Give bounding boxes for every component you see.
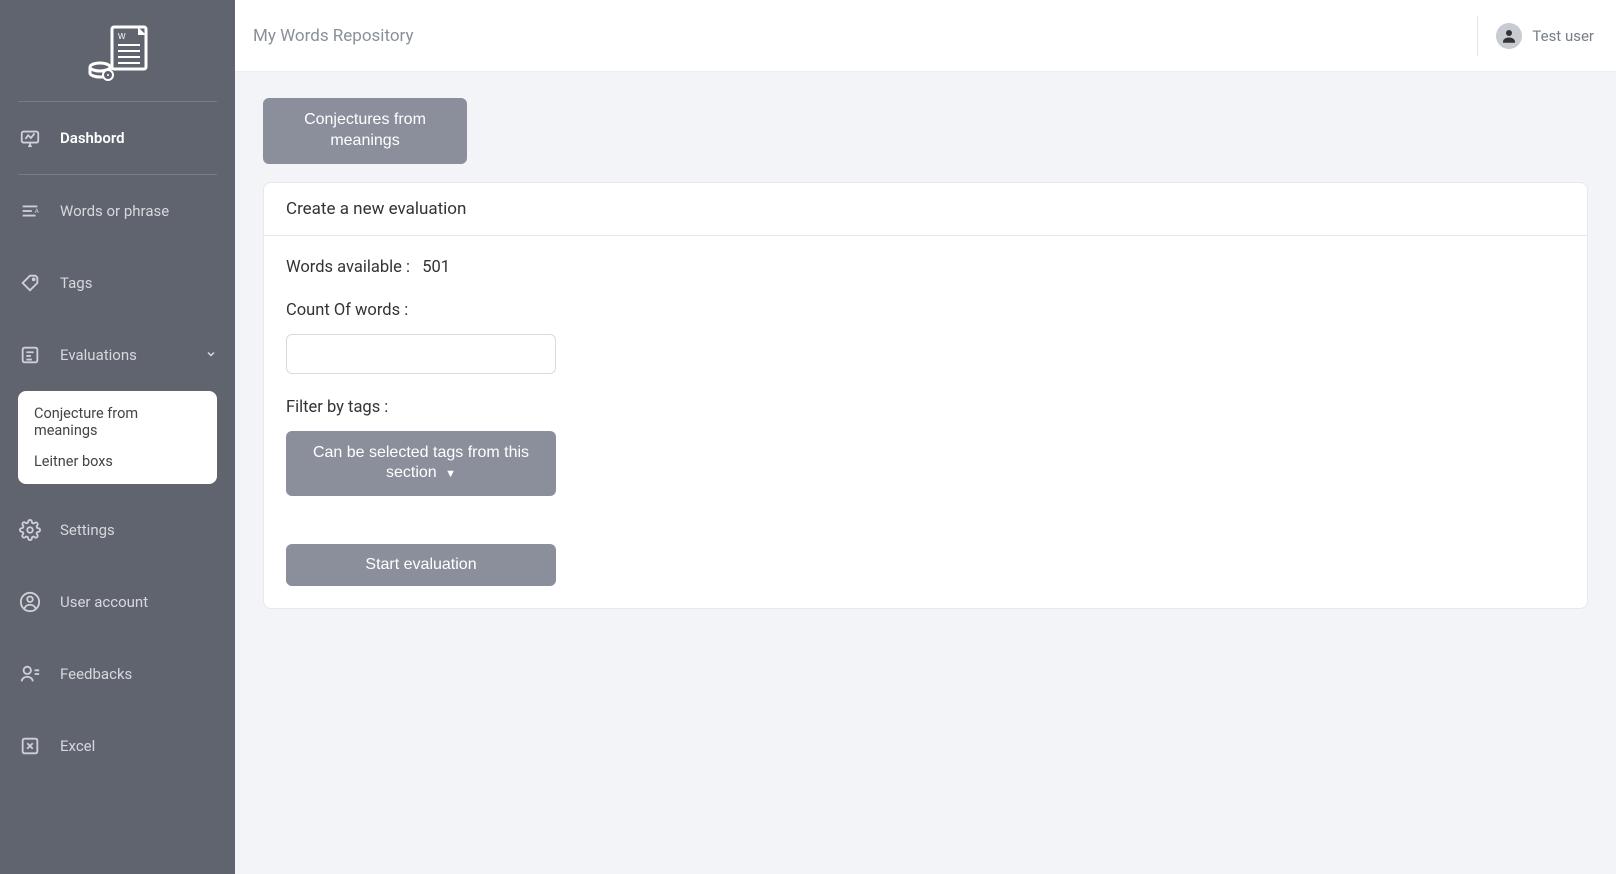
page-title: My Words Repository (253, 26, 1477, 46)
sidebar-item-tags[interactable]: Tags (0, 259, 235, 307)
avatar-icon (1496, 23, 1522, 49)
svg-text:A: A (35, 207, 40, 215)
sidebar-item-words[interactable]: A Words or phrase (0, 187, 235, 235)
user-name: Test user (1532, 27, 1594, 45)
svg-text:W: W (118, 32, 126, 41)
submenu-item-label: Leitner boxs (34, 453, 113, 470)
sidebar-item-label: Feedbacks (60, 665, 132, 683)
dropdown-label: Can be selected tags from this section (313, 444, 529, 482)
sidebar-item-evaluations[interactable]: Evaluations (0, 331, 235, 379)
main-area: My Words Repository Test user Conjecture… (235, 0, 1616, 874)
content: Conjectures from meanings Create a new e… (235, 72, 1616, 635)
evaluations-submenu: Conjecture from meanings Leitner boxs (18, 391, 217, 484)
dashboard-icon (18, 126, 42, 150)
words-available-label: Words available : (286, 258, 410, 277)
sidebar-item-user-account[interactable]: User account (0, 578, 235, 626)
sidebar-item-label: Dashbord (60, 129, 125, 147)
filter-label: Filter by tags : (286, 398, 1565, 417)
sidebar-item-excel[interactable]: Excel (0, 722, 235, 770)
sidebar: W Dashbord A Words or phrase Tags (0, 0, 235, 874)
words-available-row: Words available : 501 (286, 258, 1565, 277)
evaluation-card: Create a new evaluation Words available … (263, 182, 1588, 610)
sidebar-item-label: Excel (60, 737, 95, 755)
submenu-conjecture[interactable]: Conjecture from meanings (34, 405, 201, 439)
app-logo: W (18, 15, 217, 102)
settings-icon (18, 518, 42, 542)
count-input[interactable] (286, 334, 556, 374)
excel-icon (18, 734, 42, 758)
card-body: Words available : 501 Count Of words : F… (264, 236, 1587, 609)
sidebar-item-label: Words or phrase (60, 202, 169, 220)
submenu-item-label: Conjecture from meanings (34, 405, 138, 439)
caret-down-icon: ▼ (445, 468, 456, 480)
user-menu[interactable]: Test user (1477, 16, 1594, 56)
chevron-down-icon (205, 346, 217, 364)
card-header: Create a new evaluation (264, 183, 1587, 236)
words-icon: A (18, 199, 42, 223)
sidebar-item-label: Tags (60, 274, 92, 292)
topbar: My Words Repository Test user (235, 0, 1616, 72)
submenu-leitner[interactable]: Leitner boxs (34, 453, 201, 470)
divider (18, 174, 217, 175)
feedback-icon (18, 662, 42, 686)
start-evaluation-button[interactable]: Start evaluation (286, 544, 556, 586)
user-icon (18, 590, 42, 614)
tab-conjectures[interactable]: Conjectures from meanings (263, 98, 467, 164)
sidebar-item-settings[interactable]: Settings (0, 506, 235, 554)
sidebar-item-label: Evaluations (60, 346, 137, 364)
sidebar-item-dashboard[interactable]: Dashbord (0, 114, 235, 162)
sidebar-item-feedbacks[interactable]: Feedbacks (0, 650, 235, 698)
count-label: Count Of words : (286, 301, 1565, 320)
logo-icon: W (84, 25, 152, 81)
filter-tags-dropdown[interactable]: Can be selected tags from this section ▼ (286, 431, 556, 497)
tags-icon (18, 271, 42, 295)
sidebar-item-label: User account (60, 593, 148, 611)
evaluations-icon (18, 343, 42, 367)
words-available-value: 501 (422, 258, 450, 277)
sidebar-item-label: Settings (60, 521, 115, 539)
